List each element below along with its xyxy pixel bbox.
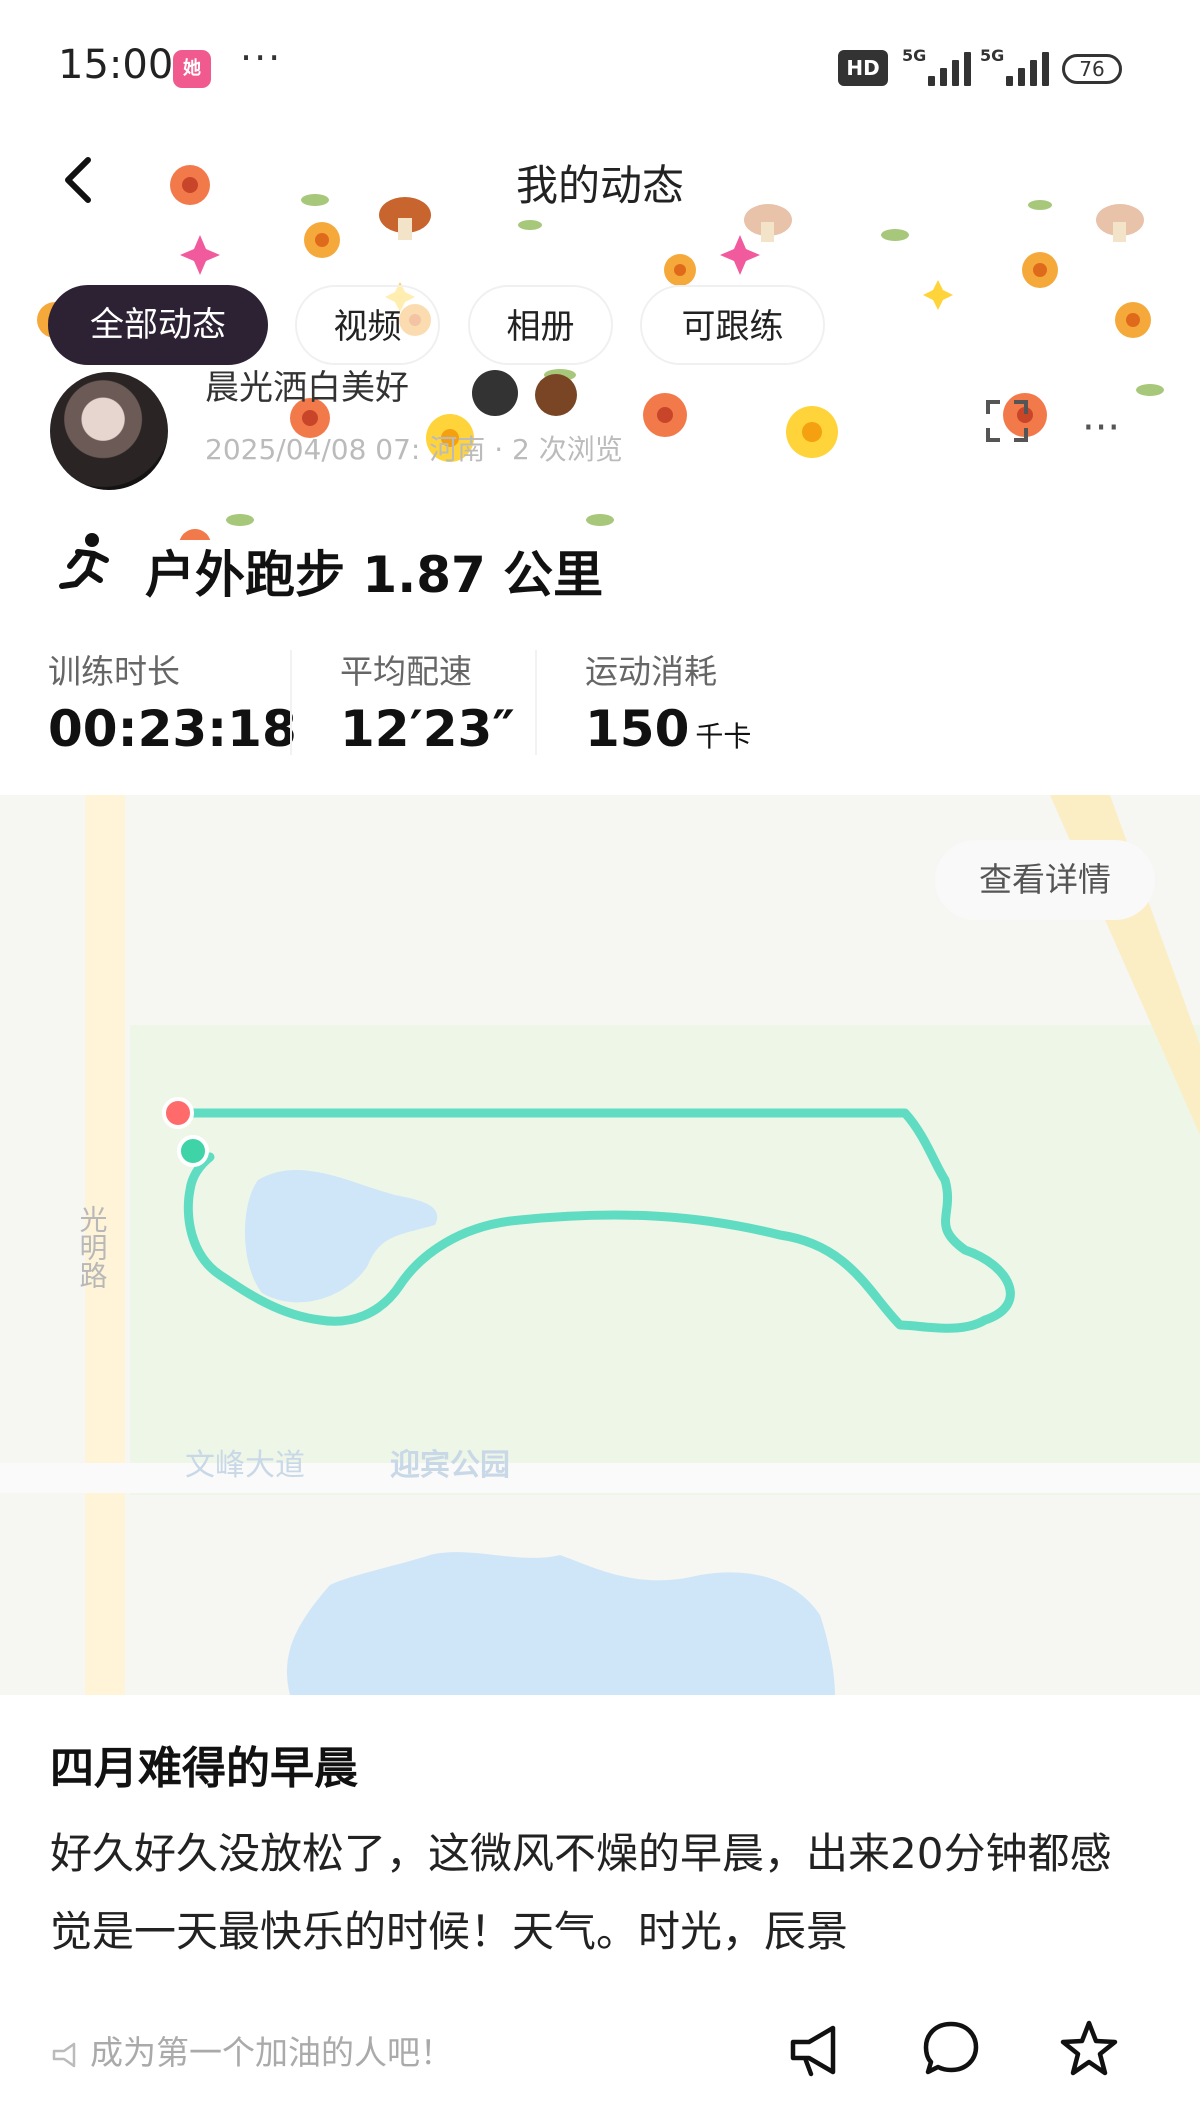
park-label: 迎宾公园	[390, 1448, 510, 1483]
tab-videos[interactable]: 视频	[295, 285, 440, 365]
medal-badge-icon	[535, 374, 577, 416]
more-notifications-icon: ···	[240, 36, 283, 80]
post-meta: 2025/04/08 07: 河南 · 2 次浏览	[205, 428, 623, 468]
run-summary: 户外跑步 1.87 公里	[145, 546, 604, 604]
username[interactable]: 晨光洒白美好	[205, 360, 409, 409]
tab-followable[interactable]: 可跟练	[640, 285, 825, 365]
comment-icon[interactable]	[920, 2018, 982, 2080]
stat-calories-unit: 千卡	[695, 720, 752, 753]
status-bar: 15:00 她 ··· HD 5G 5G 76	[0, 0, 1200, 130]
fullscreen-icon[interactable]	[984, 398, 1030, 444]
lake	[286, 1552, 835, 1695]
megaphone-icon[interactable]	[785, 2020, 845, 2080]
tab-all-posts[interactable]: 全部动态	[48, 285, 268, 365]
view-details-button[interactable]: 查看详情	[935, 840, 1155, 920]
meta-separator: ·	[494, 433, 512, 466]
post-location: 河南	[429, 433, 486, 466]
divider	[290, 650, 292, 755]
stat-calories-value: 150	[585, 700, 690, 758]
battery-icon: 76	[1062, 54, 1122, 84]
post-date: 2025/04/08 07:	[205, 433, 421, 466]
status-time: 15:00	[58, 42, 174, 88]
stat-calories-label: 运动消耗	[585, 652, 717, 691]
hd-voice-icon: HD	[838, 50, 888, 86]
road-horizontal	[0, 1463, 1200, 1493]
post-body[interactable]: 好久好久没放松了，这微风不燥的早晨，出来20分钟都感觉是一天最快乐的时候！天气。…	[50, 1815, 1150, 1971]
level-badge-icon	[472, 370, 518, 416]
avatar[interactable]	[50, 372, 168, 490]
megaphone-icon	[52, 2042, 76, 2067]
stat-pace-value: 12′23″	[340, 700, 515, 758]
page-title: 我的动态	[515, 161, 684, 210]
route-start-dot	[162, 1097, 194, 1129]
stat-calories: 150 千卡	[585, 700, 751, 758]
running-icon	[59, 533, 109, 589]
app-notification-icon: 她	[173, 50, 211, 88]
cheer-hint-text: 成为第一个加油的人吧！	[90, 2033, 453, 2072]
star-icon[interactable]	[1058, 2018, 1120, 2080]
road-label-horizontal: 文峰大道	[185, 1448, 305, 1483]
more-options-icon[interactable]: ···	[1082, 405, 1120, 451]
stat-duration-label: 训练时长	[48, 652, 180, 691]
post-title: 四月难得的早晨	[50, 1743, 358, 1794]
map-canvas: 光明路 文峰大道 迎宾公园	[0, 795, 1200, 1695]
route-end-dot	[177, 1135, 209, 1167]
road-label-vertical: 光明路	[76, 1205, 109, 1289]
signal-icon: 5G	[902, 46, 976, 88]
signal-icon: 5G	[980, 46, 1054, 88]
route-map[interactable]: 光明路 文峰大道 迎宾公园	[0, 795, 1200, 1695]
stat-duration-value: 00:23:18	[48, 700, 297, 758]
cheer-hint: 成为第一个加油的人吧！	[50, 2026, 453, 2074]
post-views: 2 次浏览	[512, 433, 623, 466]
tab-albums[interactable]: 相册	[468, 285, 613, 365]
stat-pace-label: 平均配速	[340, 652, 472, 691]
divider	[535, 650, 537, 755]
